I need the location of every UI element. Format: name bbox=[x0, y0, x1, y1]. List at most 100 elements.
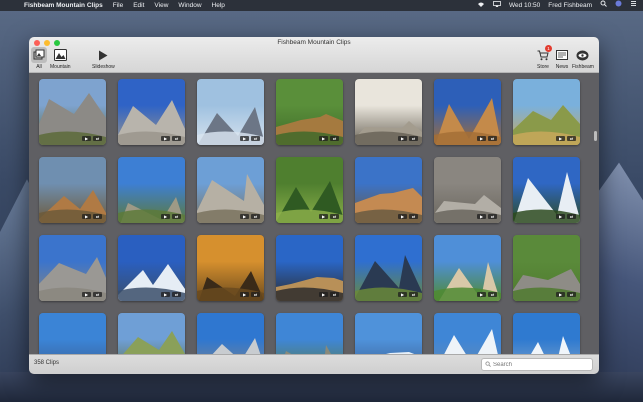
clip-thumbnail[interactable] bbox=[355, 313, 422, 355]
fishbeam-logo-icon bbox=[575, 47, 591, 63]
clip-thumbnail[interactable]: ▶ ⇄ bbox=[197, 235, 264, 301]
clip-badges: ▶ ⇄ bbox=[556, 292, 576, 297]
share-badge-icon[interactable]: ⇄ bbox=[251, 214, 260, 219]
share-badge-icon[interactable]: ⇄ bbox=[93, 214, 102, 219]
clip-thumbnail[interactable]: ▶ ⇄ bbox=[276, 79, 343, 145]
share-badge-icon[interactable]: ⇄ bbox=[330, 214, 339, 219]
clip-thumbnail[interactable]: ▶ ⇄ bbox=[513, 157, 580, 223]
wifi-icon[interactable] bbox=[477, 0, 485, 11]
clip-thumbnail[interactable]: ▶ ⇄ bbox=[118, 157, 185, 223]
share-badge-icon[interactable]: ⇄ bbox=[172, 292, 181, 297]
clip-thumbnail[interactable] bbox=[39, 313, 106, 355]
clip-thumbnail[interactable] bbox=[513, 313, 580, 355]
clip-badges: ▶ ⇄ bbox=[240, 214, 260, 219]
video-badge-icon: ▶ bbox=[82, 292, 91, 297]
share-badge-icon[interactable]: ⇄ bbox=[409, 136, 418, 141]
clip-badges: ▶ ⇄ bbox=[82, 214, 102, 219]
menu-user[interactable]: Fred Fishbeam bbox=[548, 0, 592, 11]
clip-thumbnail[interactable] bbox=[197, 313, 264, 355]
share-badge-icon[interactable]: ⇄ bbox=[172, 214, 181, 219]
toolbar-fishbeam-button[interactable]: Fishbeam bbox=[572, 47, 594, 70]
clip-thumbnail[interactable]: ▶ ⇄ bbox=[355, 235, 422, 301]
clip-thumbnail[interactable]: ▶ ⇄ bbox=[197, 79, 264, 145]
clip-thumbnail[interactable]: ▶ ⇄ bbox=[39, 235, 106, 301]
clip-thumbnail[interactable] bbox=[434, 313, 501, 355]
share-badge-icon[interactable]: ⇄ bbox=[488, 136, 497, 141]
share-badge-icon[interactable]: ⇄ bbox=[567, 214, 576, 219]
vertical-scrollbar[interactable] bbox=[594, 131, 597, 141]
clip-badges: ▶ ⇄ bbox=[477, 292, 497, 297]
video-badge-icon: ▶ bbox=[556, 292, 565, 297]
menu-icon[interactable] bbox=[630, 0, 637, 11]
video-badge-icon: ▶ bbox=[240, 214, 249, 219]
clip-thumbnail[interactable]: ▶ ⇄ bbox=[355, 157, 422, 223]
menu-app-name[interactable]: Fishbeam Mountain Clips bbox=[24, 0, 103, 11]
clip-thumbnail[interactable]: ▶ ⇄ bbox=[513, 79, 580, 145]
share-badge-icon[interactable]: ⇄ bbox=[409, 292, 418, 297]
cast-icon[interactable] bbox=[493, 0, 501, 11]
share-badge-icon[interactable]: ⇄ bbox=[93, 292, 102, 297]
clip-thumbnail[interactable]: ▶ ⇄ bbox=[513, 235, 580, 301]
share-badge-icon[interactable]: ⇄ bbox=[488, 292, 497, 297]
search-field[interactable] bbox=[481, 358, 593, 371]
share-badge-icon[interactable]: ⇄ bbox=[567, 292, 576, 297]
bottom-bar: 358 Clips bbox=[29, 354, 599, 374]
toolbar-store-button[interactable]: 1 Store bbox=[535, 45, 552, 70]
clip-thumbnail[interactable]: ▶ ⇄ bbox=[39, 157, 106, 223]
clip-thumbnail[interactable]: ▶ ⇄ bbox=[39, 79, 106, 145]
menu-help[interactable]: Help bbox=[212, 0, 225, 11]
toolbar-slideshow-button[interactable]: Slideshow bbox=[92, 47, 115, 70]
siri-icon[interactable] bbox=[615, 0, 622, 11]
share-badge-icon[interactable]: ⇄ bbox=[488, 214, 497, 219]
share-badge-icon[interactable]: ⇄ bbox=[330, 292, 339, 297]
menu-datetime[interactable]: Wed 10:50 bbox=[509, 0, 540, 11]
clip-thumbnail[interactable]: ▶ ⇄ bbox=[276, 157, 343, 223]
clip-badges: ▶ ⇄ bbox=[319, 292, 339, 297]
video-badge-icon: ▶ bbox=[556, 136, 565, 141]
clip-thumbnail[interactable]: ▶ ⇄ bbox=[118, 79, 185, 145]
toolbar-mountain-label: Mountain bbox=[50, 64, 71, 70]
desktop-ground bbox=[0, 372, 643, 402]
clip-thumbnail[interactable]: ▶ ⇄ bbox=[434, 157, 501, 223]
share-badge-icon[interactable]: ⇄ bbox=[251, 136, 260, 141]
video-badge-icon: ▶ bbox=[477, 214, 486, 219]
toolbar-news-button[interactable]: News bbox=[554, 47, 570, 70]
share-badge-icon[interactable]: ⇄ bbox=[330, 136, 339, 141]
menu-window[interactable]: Window bbox=[178, 0, 201, 11]
menu-edit[interactable]: Edit bbox=[133, 0, 144, 11]
share-badge-icon[interactable]: ⇄ bbox=[93, 136, 102, 141]
toolbar-all-button[interactable]: All bbox=[31, 47, 47, 70]
window-title: Fishbeam Mountain Clips bbox=[277, 39, 351, 46]
search-input[interactable] bbox=[491, 361, 590, 368]
video-badge-icon: ▶ bbox=[398, 136, 407, 141]
clip-thumbnail[interactable]: ▶ ⇄ bbox=[434, 235, 501, 301]
news-icon bbox=[554, 47, 570, 63]
video-badge-icon: ▶ bbox=[398, 214, 407, 219]
video-badge-icon: ▶ bbox=[319, 214, 328, 219]
share-badge-icon[interactable]: ⇄ bbox=[251, 292, 260, 297]
clip-thumbnail[interactable]: ▶ ⇄ bbox=[434, 79, 501, 145]
clip-badges: ▶ ⇄ bbox=[398, 214, 418, 219]
clip-thumbnail[interactable]: ▶ ⇄ bbox=[118, 235, 185, 301]
clip-image bbox=[443, 329, 498, 355]
clip-thumbnail[interactable]: ▶ ⇄ bbox=[276, 235, 343, 301]
clip-thumbnail[interactable] bbox=[118, 313, 185, 355]
toolbar-mountain-button[interactable]: Mountain bbox=[50, 47, 71, 70]
share-badge-icon[interactable]: ⇄ bbox=[567, 136, 576, 141]
menu-extras: Wed 10:50 Fred Fishbeam bbox=[469, 0, 637, 11]
video-badge-icon: ▶ bbox=[161, 292, 170, 297]
video-badge-icon: ▶ bbox=[319, 136, 328, 141]
cart-icon: 1 bbox=[535, 45, 552, 63]
search-icon[interactable] bbox=[600, 0, 607, 11]
clip-thumbnail[interactable]: ▶ ⇄ bbox=[197, 157, 264, 223]
share-badge-icon[interactable]: ⇄ bbox=[409, 214, 418, 219]
menu-view[interactable]: View bbox=[154, 0, 168, 11]
clip-thumbnail[interactable]: ▶ ⇄ bbox=[355, 79, 422, 145]
clip-thumbnail[interactable] bbox=[276, 313, 343, 355]
clip-badges: ▶ ⇄ bbox=[82, 136, 102, 141]
share-badge-icon[interactable]: ⇄ bbox=[172, 136, 181, 141]
toolbar-news-label: News bbox=[555, 64, 569, 70]
menu-file[interactable]: File bbox=[113, 0, 123, 11]
clip-image bbox=[211, 338, 261, 355]
menu-bar: Fishbeam Mountain Clips File Edit View W… bbox=[0, 0, 643, 11]
